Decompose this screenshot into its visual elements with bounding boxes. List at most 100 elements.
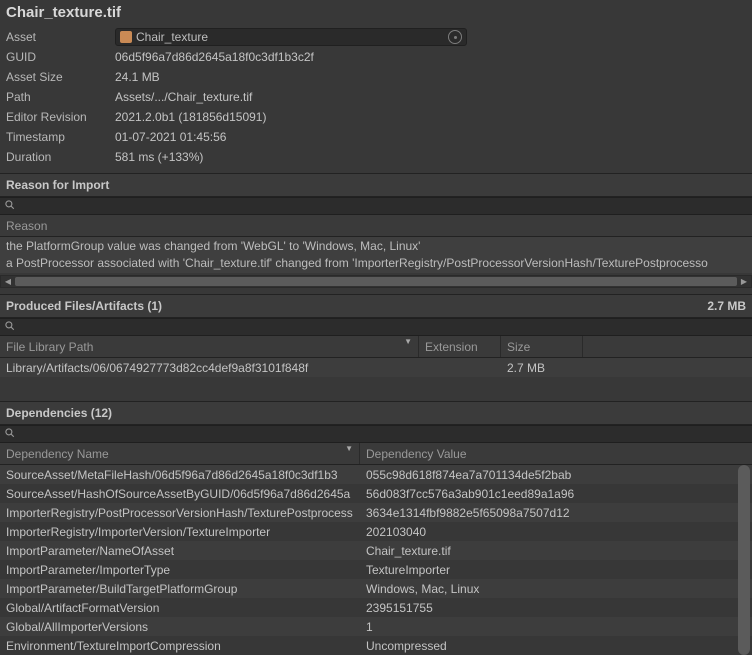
prop-asset: Asset Chair_texture <box>6 27 746 47</box>
dependency-name: Global/AllImporterVersions <box>0 620 360 634</box>
deps-search-bar[interactable] <box>0 425 752 443</box>
col-spacer <box>583 336 752 357</box>
dependency-value: Uncompressed <box>360 639 752 653</box>
reason-line: the PlatformGroup value was changed from… <box>6 239 746 256</box>
prop-value: Assets/.../Chair_texture.tif <box>115 90 746 104</box>
reason-hscrollbar[interactable]: ◀ ▶ <box>0 275 752 288</box>
texture-thumbnail-icon <box>120 31 132 43</box>
dependency-row[interactable]: Global/ArtifactFormatVersion2395151755 <box>0 598 752 617</box>
scroll-left-icon[interactable]: ◀ <box>1 276 15 287</box>
dependency-name: ImporterRegistry/PostProcessorVersionHas… <box>0 506 360 520</box>
dependency-row[interactable]: SourceAsset/HashOfSourceAssetByGUID/06d5… <box>0 484 752 503</box>
deps-search-input[interactable] <box>18 427 748 441</box>
dependency-name: ImportParameter/ImporterType <box>0 563 360 577</box>
dependency-value: 1 <box>360 620 752 634</box>
dependency-name: SourceAsset/MetaFileHash/06d5f96a7d86d26… <box>0 468 360 482</box>
deps-table: SourceAsset/MetaFileHash/06d5f96a7d86d26… <box>0 465 752 655</box>
dependency-name: Environment/TextureImportCompression <box>0 639 360 653</box>
col-reason[interactable]: Reason <box>0 215 752 236</box>
prop-value: 06d5f96a7d86d2645a18f0c3df1b3c2f <box>115 50 746 64</box>
dependency-row[interactable]: ImportParameter/BuildTargetPlatformGroup… <box>0 579 752 598</box>
dependency-row[interactable]: Global/AllImporterVersions1 <box>0 617 752 636</box>
dependency-value: Windows, Mac, Linux <box>360 582 752 596</box>
deps-col-headers: Dependency Name ▼ Dependency Value <box>0 443 752 465</box>
dependency-value: 055c98d618f874ea7a701134de5f2bab <box>360 468 752 482</box>
col-file-path-label: File Library Path <box>6 340 93 354</box>
deps-header: Dependencies (12) <box>0 401 752 425</box>
asset-object-name: Chair_texture <box>136 30 448 44</box>
dependency-name: Global/ArtifactFormatVersion <box>0 601 360 615</box>
artifacts-header-label: Produced Files/Artifacts (1) <box>6 299 162 313</box>
object-picker-icon[interactable] <box>448 30 462 44</box>
artifacts-header-size: 2.7 MB <box>707 299 746 313</box>
prop-label: Path <box>6 90 115 104</box>
reason-header: Reason for Import <box>0 173 752 197</box>
sort-indicator-icon: ▼ <box>404 337 412 346</box>
col-dep-name-label: Dependency Name <box>6 447 109 461</box>
artifacts-col-headers: File Library Path ▼ Extension Size <box>0 336 752 358</box>
scroll-thumb[interactable] <box>15 277 737 286</box>
scroll-right-icon[interactable]: ▶ <box>737 276 751 287</box>
dependency-row[interactable]: SourceAsset/MetaFileHash/06d5f96a7d86d26… <box>0 465 752 484</box>
col-size-label: Size <box>507 340 530 354</box>
dependency-name: ImportParameter/BuildTargetPlatformGroup <box>0 582 360 596</box>
search-icon <box>4 199 18 213</box>
dependency-value: TextureImporter <box>360 563 752 577</box>
dependency-value: 2395151755 <box>360 601 752 615</box>
dependency-row[interactable]: Environment/TextureImportCompressionUnco… <box>0 636 752 655</box>
prop-value: 2021.2.0b1 (181856d15091) <box>115 110 746 124</box>
prop-size: Asset Size 24.1 MB <box>6 67 746 87</box>
prop-label: Duration <box>6 150 115 164</box>
artifact-size: 2.7 MB <box>501 361 583 375</box>
search-icon <box>4 427 18 441</box>
col-dep-value[interactable]: Dependency Value <box>360 443 752 464</box>
prop-value: 01-07-2021 01:45:56 <box>115 130 746 144</box>
dependency-name: ImporterRegistry/ImporterVersion/Texture… <box>0 525 360 539</box>
search-icon <box>4 320 18 334</box>
prop-revision: Editor Revision 2021.2.0b1 (181856d15091… <box>6 107 746 127</box>
prop-guid: GUID 06d5f96a7d86d2645a18f0c3df1b3c2f <box>6 47 746 67</box>
properties-panel: Asset Chair_texture GUID 06d5f96a7d86d26… <box>0 25 752 173</box>
dependency-row[interactable]: ImporterRegistry/PostProcessorVersionHas… <box>0 503 752 522</box>
dependency-value: Chair_texture.tif <box>360 544 752 558</box>
artifact-row[interactable]: Library/Artifacts/06/0674927773d82cc4def… <box>0 358 752 377</box>
prop-timestamp: Timestamp 01-07-2021 01:45:56 <box>6 127 746 147</box>
col-file-path[interactable]: File Library Path ▼ <box>0 336 419 357</box>
asset-title: Chair_texture.tif <box>0 0 752 25</box>
dependency-value: 56d083f7cc576a3ab901c1eed89a1a96 <box>360 487 752 501</box>
artifact-path: Library/Artifacts/06/0674927773d82cc4def… <box>0 361 419 375</box>
col-size[interactable]: Size <box>501 336 583 357</box>
deps-header-label: Dependencies (12) <box>6 406 112 420</box>
dependency-name: SourceAsset/HashOfSourceAssetByGUID/06d5… <box>0 487 360 501</box>
artifacts-search-input[interactable] <box>18 320 748 334</box>
asset-object-field[interactable]: Chair_texture <box>115 28 467 46</box>
prop-label: Asset Size <box>6 70 115 84</box>
dependency-value: 202103040 <box>360 525 752 539</box>
prop-path: Path Assets/.../Chair_texture.tif <box>6 87 746 107</box>
sort-indicator-icon: ▼ <box>345 444 353 453</box>
dependency-name: ImportParameter/NameOfAsset <box>0 544 360 558</box>
dependency-row[interactable]: ImporterRegistry/ImporterVersion/Texture… <box>0 522 752 541</box>
deps-vscrollbar-thumb[interactable] <box>738 465 750 655</box>
reason-body: the PlatformGroup value was changed from… <box>0 237 752 273</box>
artifacts-header: Produced Files/Artifacts (1) 2.7 MB <box>0 294 752 318</box>
prop-label: Asset <box>6 30 115 44</box>
dependency-row[interactable]: ImportParameter/ImporterTypeTextureImpor… <box>0 560 752 579</box>
col-extension[interactable]: Extension <box>419 336 501 357</box>
reason-search-input[interactable] <box>18 199 748 213</box>
dependency-row[interactable]: ImportParameter/NameOfAssetChair_texture… <box>0 541 752 560</box>
col-reason-label: Reason <box>6 219 47 233</box>
artifacts-search-bar[interactable] <box>0 318 752 336</box>
dependency-value: 3634e1314fbf9882e5f65098a7507d12 <box>360 506 752 520</box>
prop-value: 581 ms (+133%) <box>115 150 746 164</box>
col-dep-value-label: Dependency Value <box>366 447 467 461</box>
prop-value: 24.1 MB <box>115 70 746 84</box>
prop-label: GUID <box>6 50 115 64</box>
prop-duration: Duration 581 ms (+133%) <box>6 147 746 167</box>
col-dep-name[interactable]: Dependency Name ▼ <box>0 443 360 464</box>
prop-label: Timestamp <box>6 130 115 144</box>
reason-search-bar[interactable] <box>0 197 752 215</box>
prop-label: Editor Revision <box>6 110 115 124</box>
reason-col-headers: Reason <box>0 215 752 237</box>
reason-header-label: Reason for Import <box>6 178 109 192</box>
